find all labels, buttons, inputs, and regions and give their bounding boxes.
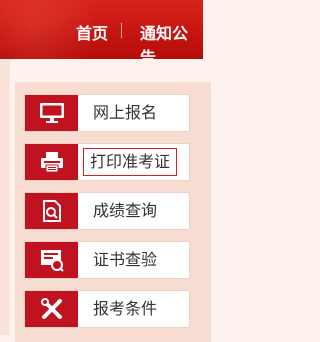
menu-item-label: 报考条件 [93, 299, 158, 318]
top-navigation-bar: 首页 通知公告 [0, 0, 203, 59]
menu-item-score-inquiry[interactable]: 成绩查询 [24, 192, 190, 230]
printer-icon [25, 144, 78, 180]
tools-icon [25, 291, 78, 327]
nav-notice-link[interactable]: 通知公告 [140, 20, 203, 59]
menu-item-print-admission-ticket[interactable]: 打印准考证 [24, 143, 190, 181]
menu-item-label: 网上报名 [93, 103, 158, 122]
nav-home-link[interactable]: 首页 [76, 20, 108, 44]
nav-divider [121, 23, 122, 38]
menu-item-label: 证书查验 [93, 250, 158, 269]
menu-item-application-requirements[interactable]: 报考条件 [24, 290, 190, 328]
left-edge-strip [0, 59, 10, 335]
menu-item-label: 打印准考证 [83, 148, 178, 176]
document-search-icon [25, 193, 78, 229]
menu-item-online-registration[interactable]: 网上报名 [24, 94, 190, 132]
menu-item-certificate-verification[interactable]: 证书查验 [24, 241, 190, 279]
monitor-icon [25, 95, 78, 131]
menu-item-label: 成绩查询 [93, 201, 158, 220]
certificate-check-icon [25, 242, 78, 278]
